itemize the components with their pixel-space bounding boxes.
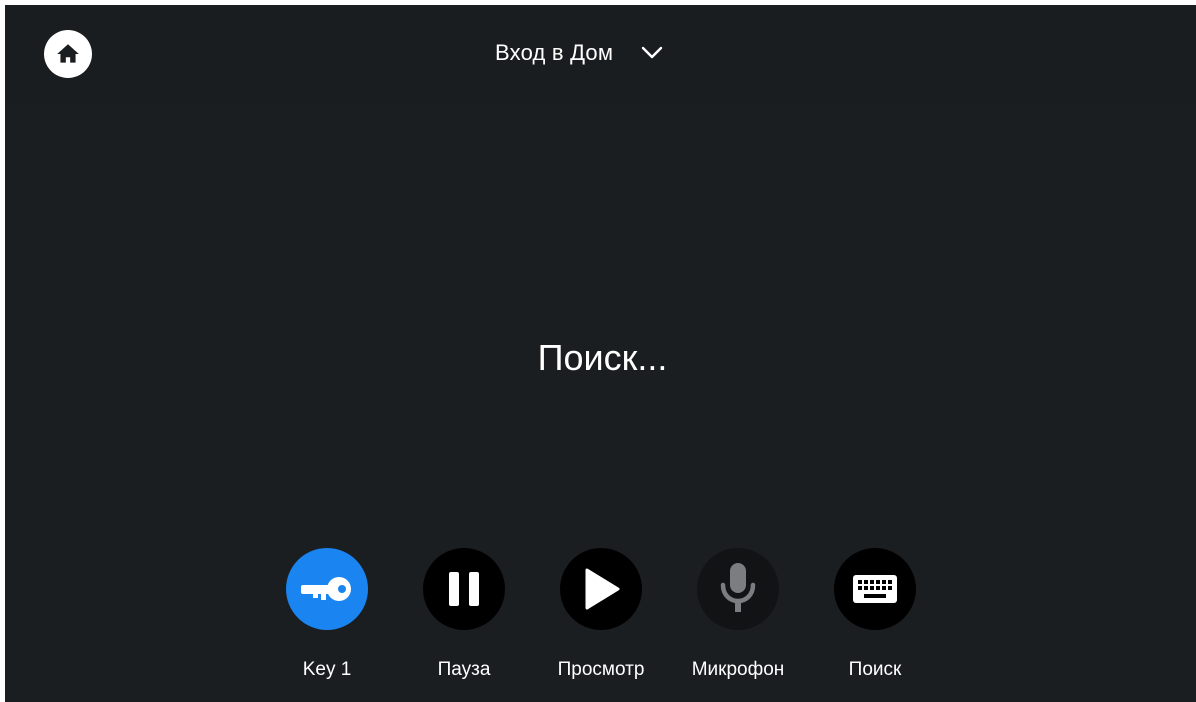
view-circle[interactable] — [560, 548, 642, 630]
pause-icon — [449, 572, 479, 606]
keyboard-icon — [853, 575, 897, 603]
chevron-down-icon — [639, 40, 665, 66]
search-label: Поиск — [848, 659, 902, 680]
search-circle[interactable] — [834, 548, 916, 630]
camera-selector[interactable]: Вход в Дом — [495, 33, 665, 73]
key-1-circle[interactable] — [286, 548, 368, 630]
pause-label: Пауза — [437, 659, 491, 680]
microphone-icon — [720, 563, 756, 612]
pause-circle[interactable] — [423, 548, 505, 630]
microphone-label: Микрофон — [691, 659, 785, 680]
play-icon — [585, 568, 620, 610]
camera-name: Вход в Дом — [495, 40, 614, 65]
search-button[interactable]: Поиск — [815, 548, 935, 688]
control-bar: Key 1 Пауза Просмотр Микрофон Поиск — [5, 548, 1196, 698]
status-text: Поиск... — [537, 337, 668, 378]
home-button[interactable] — [44, 30, 92, 78]
pause-button[interactable]: Пауза — [404, 548, 524, 688]
key-1-button[interactable]: Key 1 — [267, 548, 387, 688]
view-button[interactable]: Просмотр — [541, 548, 661, 688]
intercom-screen: Вход в Дом Поиск... Key 1 Пауза Просмотр… — [5, 5, 1196, 702]
key-1-label: Key 1 — [302, 659, 352, 680]
home-icon — [57, 44, 79, 63]
microphone-circle[interactable] — [697, 548, 779, 630]
top-bar: Вход в Дом — [5, 5, 1196, 103]
key-icon — [301, 577, 351, 601]
microphone-button[interactable]: Микрофон — [678, 548, 798, 688]
view-label: Просмотр — [557, 659, 645, 680]
